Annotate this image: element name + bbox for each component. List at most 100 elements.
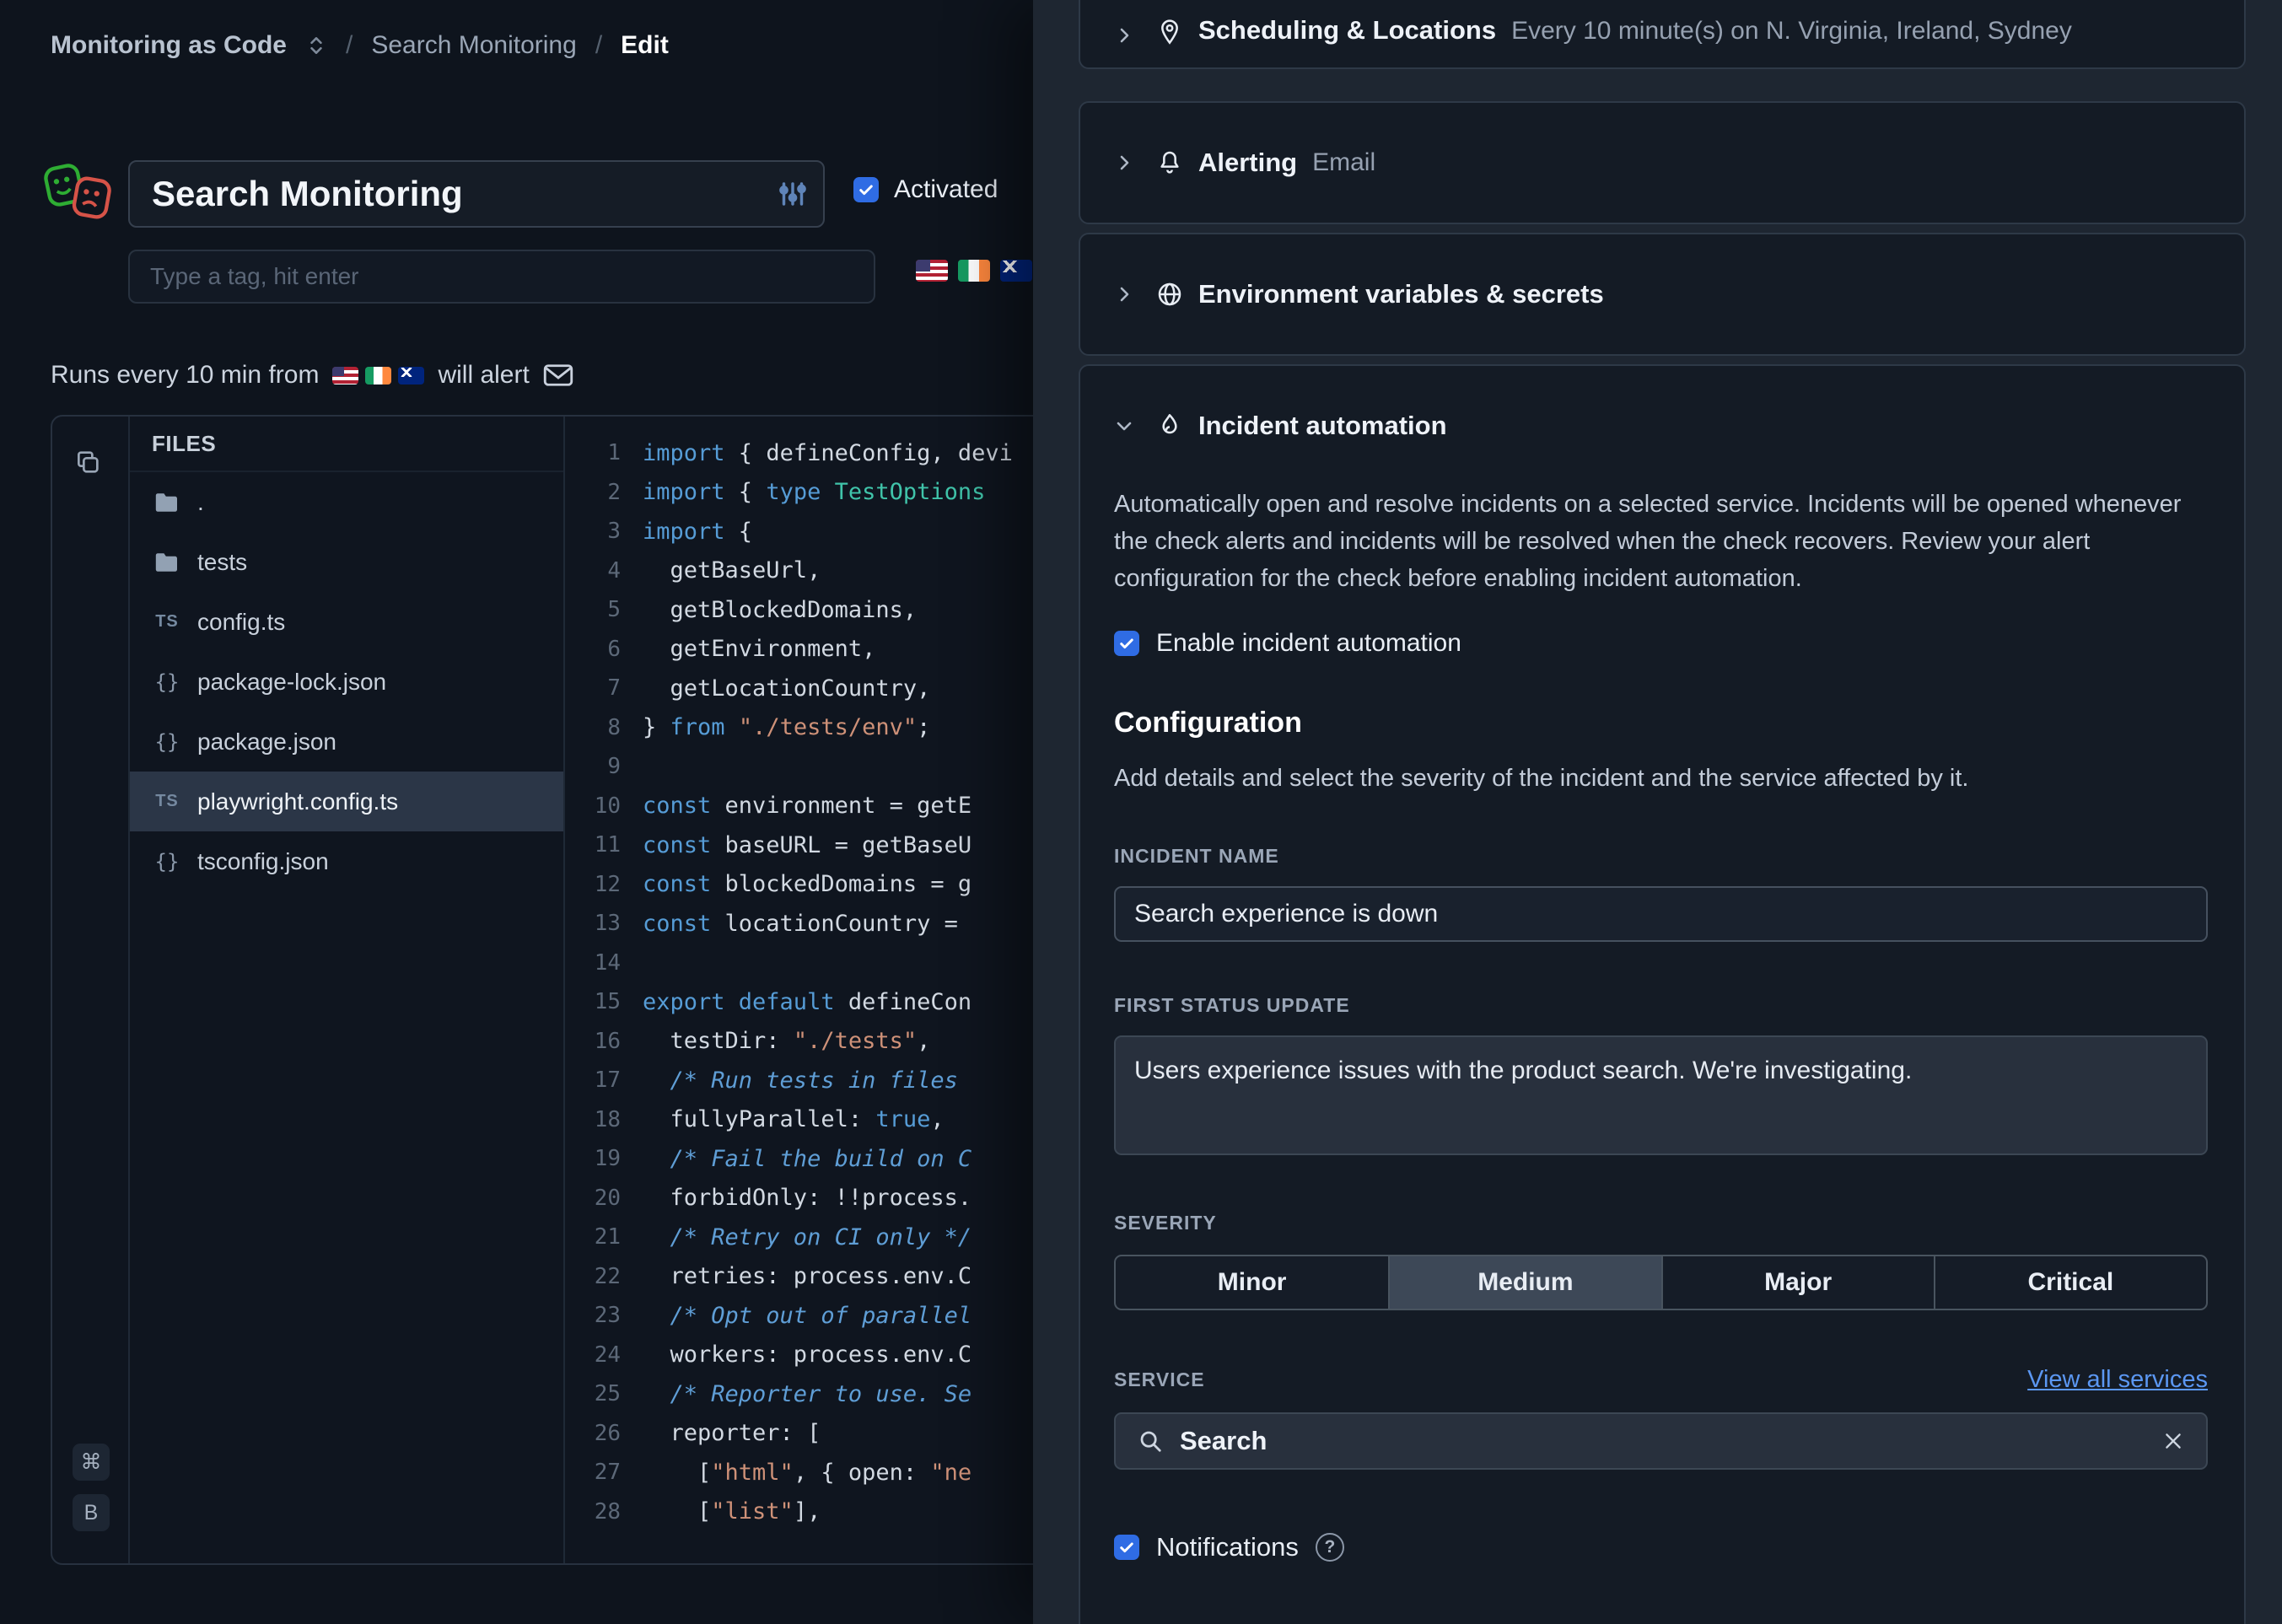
files-header: FILES [130, 417, 563, 472]
activated-checkbox[interactable] [853, 177, 879, 202]
shortcut-badge: B [73, 1494, 110, 1531]
us-flag-icon [916, 260, 948, 282]
runs-suffix: will alert [438, 361, 529, 390]
clear-icon[interactable] [2162, 1430, 2184, 1452]
section-alerting-header[interactable]: Alerting Email [1080, 103, 2244, 223]
file-.[interactable]: . [130, 472, 563, 532]
help-icon[interactable] [1316, 1533, 1344, 1562]
configuration-description: Add details and select the severity of t… [1114, 765, 2208, 793]
file-playwright.config.ts[interactable]: TSplaywright.config.ts [130, 772, 563, 831]
section-summary: Email [1312, 148, 1375, 177]
activated-toggle[interactable]: Activated [853, 175, 998, 204]
code-line: 27 ["html", { open: "ne [565, 1453, 1086, 1492]
settings-panel: Scheduling & Locations Every 10 minute(s… [1033, 0, 2282, 1624]
check-name-input[interactable] [128, 160, 825, 228]
file-package-lock.json[interactable]: {}package-lock.json [130, 652, 563, 712]
first-status-textarea[interactable]: Users experience issues with the product… [1114, 1035, 2208, 1155]
severity-option-medium[interactable]: Medium [1388, 1256, 1660, 1309]
breadcrumb-section[interactable]: Search Monitoring [371, 31, 576, 60]
incident-name-input[interactable] [1114, 886, 2208, 942]
breadcrumb-separator: / [346, 31, 353, 60]
file-tests[interactable]: tests [130, 532, 563, 592]
runs-flags [332, 367, 424, 384]
file-config.ts[interactable]: TS config.ts [130, 592, 563, 652]
code-editor-panel: ⌘B FILES .testsTSconfig.ts{}package-lock… [51, 415, 1088, 1565]
globe-icon [1156, 281, 1183, 308]
bell-icon [1156, 149, 1183, 176]
severity-option-minor[interactable]: Minor [1116, 1256, 1388, 1309]
code-line: 19 /* Fail the build on C [565, 1139, 1086, 1179]
section-environment-header[interactable]: Environment variables & secrets [1080, 234, 2244, 354]
code-line: 28 ["list"], [565, 1492, 1086, 1532]
code-line: 21 /* Retry on CI only */ [565, 1218, 1086, 1257]
code-line: 10const environment = getE [565, 787, 1086, 826]
tag-input[interactable] [128, 250, 875, 304]
file-name: tests [197, 549, 247, 576]
enable-incident-row[interactable]: Enable incident automation [1114, 629, 2208, 658]
braces-icon: {} [152, 850, 182, 874]
notifications-row[interactable]: Notifications [1114, 1532, 2208, 1562]
copy-icon[interactable] [74, 449, 101, 476]
activated-label: Activated [894, 175, 998, 204]
section-alerting: Alerting Email [1079, 101, 2246, 224]
code-line: 2import { type TestOptions [565, 473, 1086, 513]
breadcrumb-page: Edit [621, 31, 669, 60]
handlebars-variables-icon[interactable] [778, 179, 808, 209]
swap-selector-icon[interactable] [305, 35, 327, 56]
playwright-masks-icon [44, 162, 111, 221]
section-incident-header[interactable]: Incident automation [1080, 366, 2244, 486]
file-tsconfig.json[interactable]: {} tsconfig.json [130, 831, 563, 891]
code-line: 15export default defineCon [565, 982, 1086, 1022]
enable-incident-checkbox[interactable] [1114, 631, 1139, 656]
severity-control: MinorMediumMajorCritical [1114, 1255, 2208, 1310]
code-line: 4 getBaseUrl, [565, 551, 1086, 591]
file-list: .testsTSconfig.ts{}package-lock.json{}pa… [130, 472, 563, 891]
code-line: 20 forbidOnly: !!process. [565, 1179, 1086, 1218]
ts-icon: TS [152, 792, 182, 811]
code-line: 25 /* Reporter to use. Se [565, 1374, 1086, 1414]
severity-label: SEVERITY [1114, 1212, 2208, 1234]
file-name: tsconfig.json [197, 848, 329, 875]
code-lines: 1import { defineConfig, devi2import { ty… [565, 433, 1086, 1531]
breadcrumb-app[interactable]: Monitoring as Code [51, 31, 287, 60]
code-line: 9 [565, 747, 1086, 787]
first-status-label: FIRST STATUS UPDATE [1114, 994, 2208, 1017]
section-title: Incident automation [1198, 411, 1447, 441]
code-area[interactable]: 1import { defineConfig, devi2import { ty… [565, 417, 1086, 1563]
section-title: Environment variables & secrets [1198, 279, 1604, 309]
notifications-checkbox[interactable] [1114, 1535, 1139, 1560]
file-name: . [197, 489, 204, 516]
section-scheduling-locations: Scheduling & Locations Every 10 minute(s… [1079, 0, 2246, 69]
enable-incident-label: Enable incident automation [1156, 629, 1461, 658]
code-line: 24 workers: process.env.C [565, 1336, 1086, 1375]
chevron-right-icon [1114, 284, 1134, 304]
section-title: Scheduling & Locations [1198, 15, 1496, 46]
breadcrumb: Monitoring as Code / Search Monitoring /… [51, 25, 669, 66]
code-line: 11const baseURL = getBaseU [565, 825, 1086, 865]
code-line: 13const locationCountry = [565, 904, 1086, 944]
envelope-icon [543, 363, 573, 387]
code-line: 14 [565, 944, 1086, 983]
section-title: Alerting [1198, 148, 1297, 178]
section-scheduling-header[interactable]: Scheduling & Locations Every 10 minute(s… [1080, 0, 2244, 67]
code-line: 1import { defineConfig, devi [565, 433, 1086, 473]
location-flags [916, 260, 1032, 282]
code-line: 23 /* Opt out of parallel [565, 1296, 1086, 1336]
view-all-services-link[interactable]: View all services [2027, 1366, 2208, 1394]
folder-icon [152, 492, 182, 513]
folder-icon [152, 552, 182, 573]
code-line: 8} from "./tests/env"; [565, 708, 1086, 748]
section-summary: Every 10 minute(s) on N. Virginia, Irela… [1511, 17, 2072, 46]
file-explorer: FILES .testsTSconfig.ts{}package-lock.js… [130, 417, 565, 1563]
file-name: config.ts [197, 609, 285, 636]
file-package.json[interactable]: {}package.json [130, 712, 563, 772]
severity-option-critical[interactable]: Critical [1934, 1256, 2206, 1309]
australia-flag-icon [398, 367, 424, 384]
file-name: package-lock.json [197, 669, 386, 696]
ts-icon: TS [152, 612, 182, 632]
service-search-input[interactable]: Search [1114, 1412, 2208, 1470]
severity-option-major[interactable]: Major [1661, 1256, 1934, 1309]
breadcrumb-separator: / [595, 31, 602, 60]
service-search-value: Search [1180, 1426, 1267, 1456]
incident-name-label: INCIDENT NAME [1114, 845, 2208, 868]
